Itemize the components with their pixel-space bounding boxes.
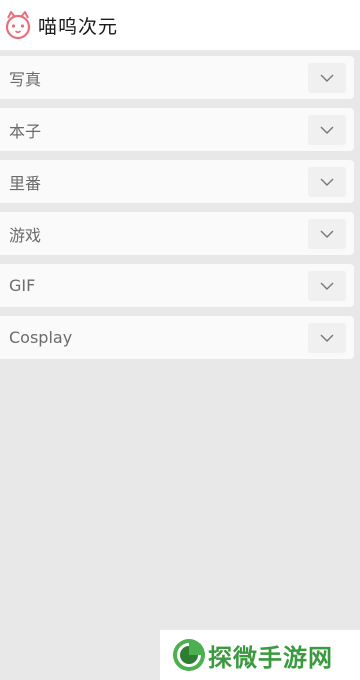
menu-item-games[interactable]: 游戏 [0, 212, 354, 255]
menu-item-label: GIF [9, 276, 36, 295]
menu-item-books[interactable]: 本子 [0, 108, 354, 151]
header-bar: 喵呜次元 [0, 0, 360, 50]
app-root: 喵呜次元 写真 本子 里番 游戏 GIF Cosplay 探微手游网 [0, 0, 360, 680]
chevron-down-icon [320, 282, 334, 290]
chevron-down-icon [320, 126, 334, 134]
category-menu: 写真 本子 里番 游戏 GIF Cosplay [0, 56, 354, 368]
expand-button[interactable] [308, 62, 346, 93]
expand-button[interactable] [308, 270, 346, 301]
menu-item-anime[interactable]: 里番 [0, 160, 354, 203]
menu-item-photos[interactable]: 写真 [0, 56, 354, 99]
menu-item-label: 本子 [9, 121, 42, 141]
leaf-logo-icon [173, 639, 205, 671]
menu-item-gif[interactable]: GIF [0, 264, 354, 307]
menu-item-label: 写真 [9, 69, 42, 89]
menu-item-label: 游戏 [9, 225, 42, 245]
expand-button[interactable] [308, 322, 346, 353]
app-logo-text[interactable]: 喵呜次元 [38, 12, 118, 39]
menu-item-label: Cosplay [9, 328, 73, 347]
menu-item-cosplay[interactable]: Cosplay [0, 316, 354, 359]
expand-button[interactable] [308, 218, 346, 249]
expand-button[interactable] [308, 114, 346, 145]
chevron-down-icon [320, 178, 334, 186]
watermark-text: 探微手游网 [208, 643, 333, 672]
expand-button[interactable] [308, 166, 346, 197]
chevron-down-icon [320, 230, 334, 238]
site-watermark: 探微手游网 [160, 630, 360, 680]
cat-face-icon[interactable] [2, 9, 34, 41]
menu-item-label: 里番 [9, 173, 42, 193]
chevron-down-icon [320, 334, 334, 342]
chevron-down-icon [320, 74, 334, 82]
